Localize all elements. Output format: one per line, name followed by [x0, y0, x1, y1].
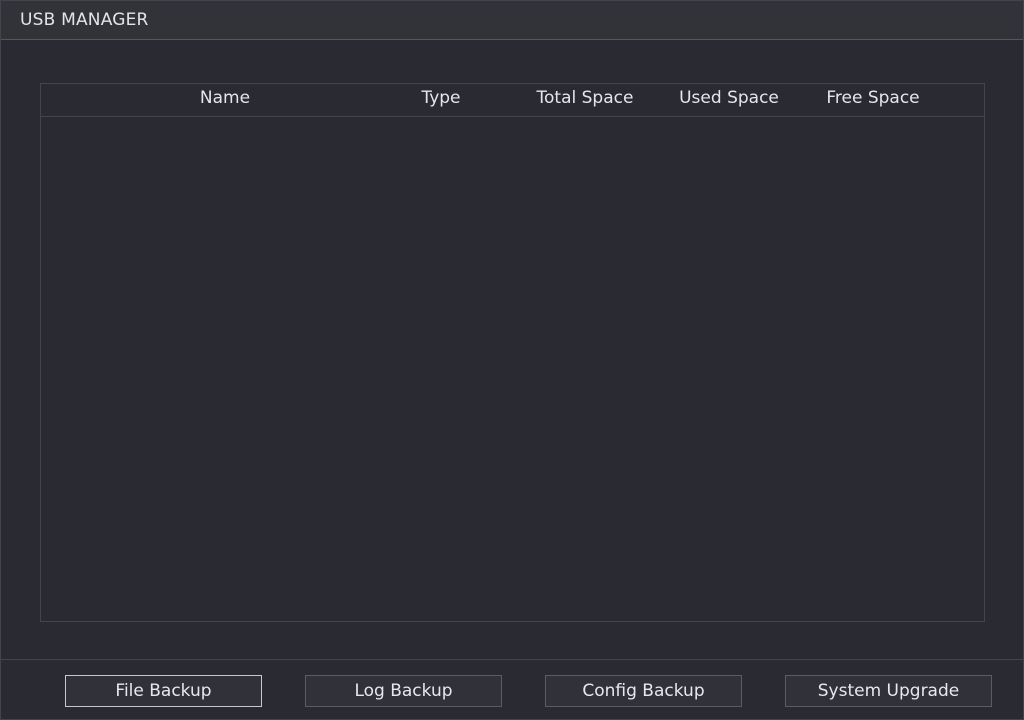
- system-upgrade-button[interactable]: System Upgrade: [785, 675, 992, 707]
- column-header-free-space[interactable]: Free Space: [805, 88, 941, 108]
- column-header-name[interactable]: Name: [145, 88, 305, 108]
- window-title: USB MANAGER: [20, 10, 149, 30]
- column-header-type[interactable]: Type: [391, 88, 491, 108]
- log-backup-button[interactable]: Log Backup: [305, 675, 502, 707]
- file-backup-button[interactable]: File Backup: [65, 675, 262, 707]
- usb-manager-window: USB MANAGER Name Type Total Space Used S…: [0, 0, 1024, 720]
- column-header-total-space[interactable]: Total Space: [517, 88, 653, 108]
- config-backup-button[interactable]: Config Backup: [545, 675, 742, 707]
- column-header-used-space[interactable]: Used Space: [661, 88, 797, 108]
- usb-device-table: Name Type Total Space Used Space Free Sp…: [40, 83, 985, 622]
- table-header: Name Type Total Space Used Space Free Sp…: [41, 84, 984, 117]
- table-body: [41, 117, 984, 621]
- title-bar: USB MANAGER: [1, 1, 1023, 40]
- footer-divider: [1, 659, 1023, 660]
